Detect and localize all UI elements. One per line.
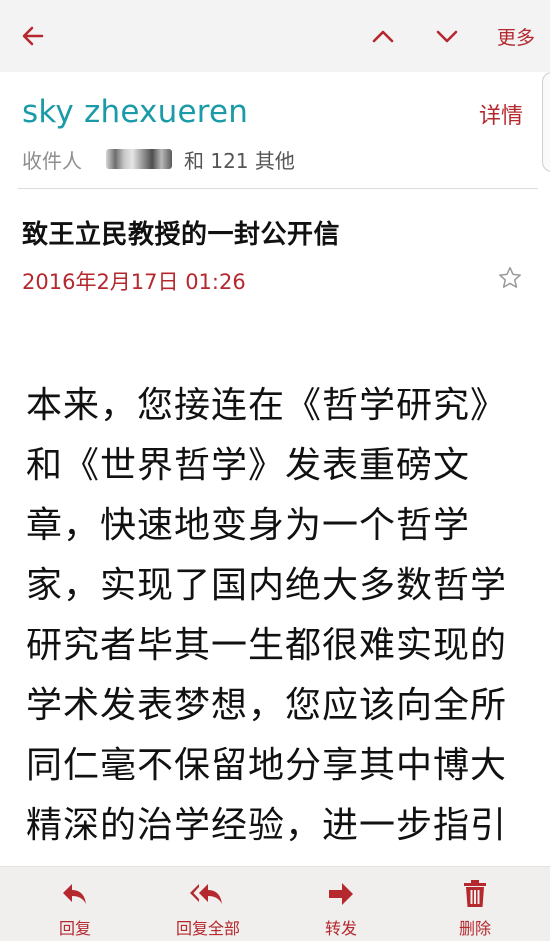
trash-icon xyxy=(462,879,488,909)
reply-all-button[interactable]: 回复全部 xyxy=(158,867,258,941)
sender-name[interactable]: sky zhexueren xyxy=(22,94,248,130)
back-arrow-icon xyxy=(22,26,44,46)
forward-label: 转发 xyxy=(324,919,357,938)
reply-button[interactable]: 回复 xyxy=(40,867,110,941)
email-date: 2016年2月17日 01:26 xyxy=(22,270,246,294)
previous-email-button[interactable] xyxy=(360,0,406,72)
forward-icon xyxy=(326,879,356,909)
recipients-label: 收件人 xyxy=(22,148,82,173)
blurred-recipient-name xyxy=(106,149,172,169)
reply-label: 回复 xyxy=(58,919,91,938)
reply-icon xyxy=(60,879,90,909)
sender-header: sky zhexueren 详情 收件人 和 121 其他 xyxy=(0,72,550,188)
chevron-down-icon xyxy=(436,30,458,43)
delete-button[interactable]: 删除 xyxy=(440,867,510,941)
delete-label: 删除 xyxy=(458,919,491,938)
recipients-row[interactable]: 收件人 和 121 其他 xyxy=(22,144,295,174)
forward-button[interactable]: 转发 xyxy=(306,867,376,941)
more-button[interactable]: 更多 xyxy=(488,0,544,72)
reply-all-icon xyxy=(189,879,227,909)
star-button[interactable] xyxy=(494,262,526,294)
email-body: 本来，您接连在《哲学研究》和《世界哲学》发表重磅文章，快速地变身为一个哲学家，实… xyxy=(26,385,508,866)
top-action-bar: 更多 xyxy=(0,0,550,72)
details-link[interactable]: 详情 xyxy=(479,98,523,130)
reply-all-label: 回复全部 xyxy=(175,919,240,938)
back-button[interactable] xyxy=(10,0,56,72)
edge-panel-handle[interactable] xyxy=(542,72,550,172)
chevron-up-icon xyxy=(372,30,394,43)
star-icon xyxy=(499,266,521,288)
recipients-count: 和 121 其他 xyxy=(184,148,295,173)
header-divider xyxy=(18,188,538,189)
email-subject: 致王立民教授的一封公开信 xyxy=(22,220,341,250)
next-email-button[interactable] xyxy=(424,0,470,72)
bottom-toolbar: 回复 回复全部 转发 删除 xyxy=(0,866,550,941)
